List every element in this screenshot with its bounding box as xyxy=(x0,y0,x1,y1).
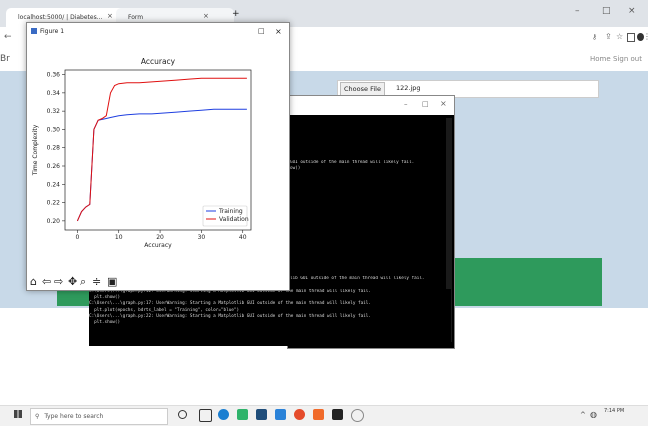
configure-icon[interactable]: ≑ xyxy=(92,273,101,290)
figure-window[interactable]: Figure 1 □ × Accuracy 0 10 20 30 40 0.20 0.22 0.… xyxy=(26,22,290,291)
close-button[interactable]: × xyxy=(628,6,636,16)
nav-signout-link[interactable]: Sign out xyxy=(613,55,642,63)
menu-icon[interactable]: ⋮ xyxy=(643,32,648,41)
figure-toolbar: ⌂ ⇦ ⇨ ✥ ⌕ ≑ ▣ xyxy=(27,273,289,290)
console-output-upper: GUI outside of the main thread will like… xyxy=(290,160,450,180)
y-tick-label: 0.22 xyxy=(47,200,61,207)
y-tick-label: 0.34 xyxy=(47,90,61,97)
app-icon[interactable] xyxy=(256,409,267,420)
y-tick-label: 0.28 xyxy=(47,145,61,152)
legend-label: Training xyxy=(218,208,243,215)
x-tick-label: 40 xyxy=(239,234,247,241)
new-tab-button[interactable]: + xyxy=(232,9,240,19)
y-axis-label: Time Complexity xyxy=(32,124,39,176)
app-icon[interactable] xyxy=(275,409,286,420)
x-tick-label: 20 xyxy=(156,234,164,241)
tab-label: localhost:5000/ | Diabetes... xyxy=(18,14,103,21)
taskbar-clock[interactable]: 7:14 PM xyxy=(604,408,624,414)
x-tick-label: 30 xyxy=(198,234,206,241)
close-tab-icon[interactable]: × xyxy=(107,12,113,20)
key-icon[interactable]: ⚷ xyxy=(592,33,597,41)
star-icon[interactable]: ☆ xyxy=(616,32,623,41)
tab-label: Form xyxy=(128,14,144,21)
share-icon[interactable]: ⇪ xyxy=(605,32,612,41)
x-tick-label: 10 xyxy=(115,234,123,241)
search-icon: ⚲ xyxy=(35,413,40,420)
pan-icon[interactable]: ✥ xyxy=(68,273,77,290)
windows-start-icon[interactable] xyxy=(14,410,22,418)
y-tick-label: 0.32 xyxy=(47,108,61,115)
cortana-icon[interactable] xyxy=(178,410,187,419)
y-tick-label: 0.26 xyxy=(47,163,61,170)
close-button[interactable]: × xyxy=(440,99,447,108)
app-icon[interactable] xyxy=(351,409,364,422)
close-button[interactable]: × xyxy=(275,23,282,40)
y-tick-label: 0.30 xyxy=(47,126,61,133)
app-icon[interactable] xyxy=(313,409,324,420)
console-output: C:\Users\...\graph.py:12: UserWarning: S… xyxy=(89,289,451,346)
legend-label: Validation xyxy=(219,216,249,223)
maximize-button[interactable]: □ xyxy=(602,6,611,16)
minimize-button[interactable]: – xyxy=(404,100,408,108)
search-placeholder: Type here to search xyxy=(44,413,104,420)
network-icon[interactable]: ◍ xyxy=(590,410,597,419)
app-icon[interactable] xyxy=(237,409,248,420)
terminal-icon[interactable] xyxy=(332,409,343,420)
console-line: plt.show() xyxy=(89,320,121,326)
forward-icon[interactable]: ⇨ xyxy=(54,273,63,290)
x-tick-label: 0 xyxy=(75,234,79,241)
back-arrow-icon[interactable]: ← xyxy=(4,32,12,42)
maximize-button[interactable]: □ xyxy=(258,23,265,40)
tray-chevron-icon[interactable]: ^ xyxy=(580,411,586,419)
x-axis-label: Accuracy xyxy=(144,242,172,249)
matplotlib-icon xyxy=(31,28,37,34)
y-tick-label: 0.20 xyxy=(47,218,61,225)
sidebar-icon[interactable] xyxy=(627,33,635,42)
console-line: lib GUI outside of the main thread will … xyxy=(290,276,425,281)
accuracy-chart: Accuracy 0 10 20 30 40 0.20 0.22 0.24 0.26 0.28 0.3… xyxy=(32,57,252,249)
figure-titlebar: Figure 1 □ × xyxy=(27,23,289,40)
home-icon[interactable]: ⌂ xyxy=(30,273,37,290)
save-icon[interactable]: ▣ xyxy=(107,273,117,290)
y-tick-label: 0.36 xyxy=(47,72,61,79)
back-icon[interactable]: ⇦ xyxy=(42,273,51,290)
close-tab-icon[interactable]: × xyxy=(203,12,209,20)
chart-title: Accuracy xyxy=(141,57,176,66)
y-tick-label: 0.24 xyxy=(47,181,61,188)
console-titlebar: – □ × xyxy=(288,96,454,115)
figure-title: Figure 1 xyxy=(40,28,65,35)
file-name: 122.jpg xyxy=(396,84,421,92)
console-line: ow() xyxy=(290,166,301,172)
maximize-button[interactable]: □ xyxy=(422,100,429,108)
nav-home-link[interactable]: Home xyxy=(590,55,611,63)
brand-partial: Br xyxy=(0,54,10,64)
chrome-icon[interactable] xyxy=(294,409,305,420)
zoom-icon[interactable]: ⌕ xyxy=(80,273,86,290)
edge-icon[interactable] xyxy=(218,409,229,420)
taskbar-search[interactable]: ⚲ Type here to search xyxy=(30,408,168,425)
minimize-button[interactable]: – xyxy=(575,6,580,16)
task-view-icon[interactable] xyxy=(199,409,212,422)
